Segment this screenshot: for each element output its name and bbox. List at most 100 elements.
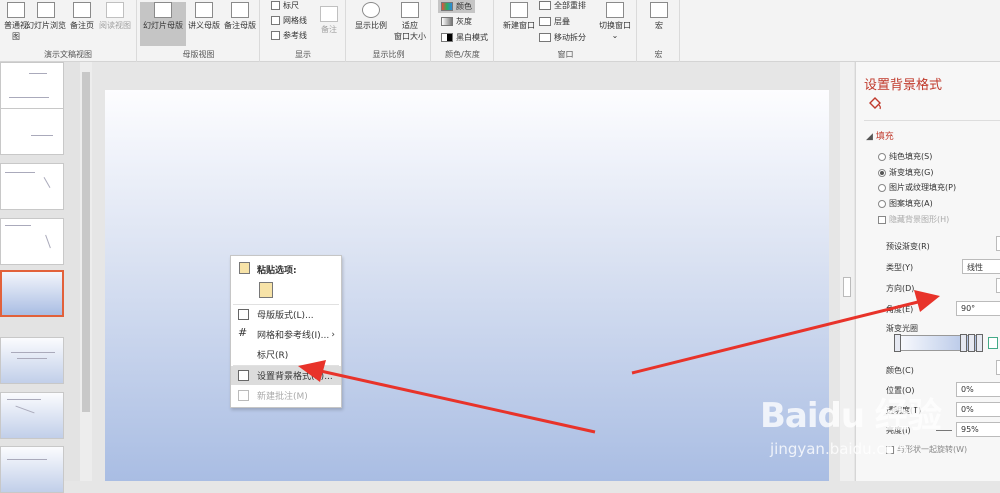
paste-options-icon xyxy=(239,262,250,274)
window-group: 新建窗口 全部重排 层叠 移动拆分 切换窗口 ⌄ 窗口 xyxy=(495,0,637,62)
transparency-input[interactable]: 0% xyxy=(956,402,1000,417)
ribbon: 普通视图 幻灯片浏览 备注页 阅读视图 演示文稿视图 幻灯片母版 讲义母版 备注… xyxy=(0,0,1000,62)
handout-master-button[interactable]: 讲义母版 xyxy=(186,2,222,31)
type-dropdown[interactable]: 线性 xyxy=(962,259,1000,274)
slide-thumbnail[interactable] xyxy=(0,218,64,265)
handout-master-icon xyxy=(195,2,213,18)
notes-page-button[interactable]: 备注页 xyxy=(68,2,96,31)
reading-view-button[interactable]: 阅读视图 xyxy=(96,2,134,31)
slide-master-button[interactable]: 幻灯片母版 xyxy=(140,2,186,46)
pattern-fill-radio[interactable]: 图案填充(A) xyxy=(878,198,933,209)
black-white-button[interactable]: 黑白模式 xyxy=(441,32,488,43)
ruler-menu-item[interactable]: 标尺(R) xyxy=(231,345,341,364)
magnifier-icon xyxy=(362,2,380,18)
zoom-group: 显示比例 适应 窗口大小 显示比例 xyxy=(347,0,431,62)
preset-gradient-label: 预设渐变(R) xyxy=(886,242,930,251)
move-split-button[interactable]: 移动拆分 xyxy=(539,32,586,43)
grayscale-button[interactable]: 灰度 xyxy=(441,16,472,27)
layout-icon xyxy=(238,309,249,320)
add-stop-icon[interactable] xyxy=(988,337,998,349)
gradient-fill-radio[interactable]: 渐变填充(G) xyxy=(878,167,933,178)
show-label: 显示 xyxy=(295,50,311,59)
fit-window-icon xyxy=(401,2,419,18)
picture-texture-fill-radio[interactable]: 图片或纹理填充(P) xyxy=(878,182,956,193)
presentation-views-label: 演示文稿视图 xyxy=(44,50,92,59)
color-grayscale-group: 颜色 灰度 黑白模式 颜色/灰度 xyxy=(432,0,494,62)
slide-thumbnail[interactable] xyxy=(0,337,64,384)
window-label: 窗口 xyxy=(557,50,574,59)
brightness-input[interactable]: 95% xyxy=(956,422,1000,437)
reading-view-icon xyxy=(106,2,124,18)
thumbnail-scrollbar[interactable] xyxy=(80,62,92,481)
cascade-icon xyxy=(539,17,551,26)
zoom-button[interactable]: 显示比例 xyxy=(351,2,391,31)
context-menu: 粘贴选项: 母版版式(L)... # 网格和参考线(I)... › 标尺(R) 设置… xyxy=(230,255,342,408)
fill-section-header[interactable]: ◢ 填充 xyxy=(866,129,894,142)
slide-thumbnail[interactable] xyxy=(0,62,64,109)
preset-gradient-dropdown[interactable] xyxy=(996,236,1000,251)
watermark-url: jingyan.baidu.com xyxy=(770,440,909,458)
position-input[interactable]: 0% xyxy=(956,382,1000,397)
guides-checkbox[interactable]: 参考线 xyxy=(271,30,307,41)
pane-divider xyxy=(864,120,1000,121)
gradient-stops-label: 渐变光圈 xyxy=(886,324,918,333)
macro-icon xyxy=(650,2,668,18)
switch-window-button[interactable]: 切换窗口 ⌄ xyxy=(595,2,635,40)
master-views-group: 幻灯片母版 讲义母版 备注母版 母版视图 xyxy=(138,0,260,62)
grid-icon: # xyxy=(238,326,249,339)
notes-master-button[interactable]: 备注母版 xyxy=(222,2,258,31)
color-grayscale-label: 颜色/灰度 xyxy=(445,50,480,59)
ruler-checkbox[interactable]: 标尺 xyxy=(271,0,299,11)
grid-guides-menu-item[interactable]: # 网格和参考线(I)... › xyxy=(231,325,341,344)
show-group: 标尺 网格线 参考线 备注 显示 xyxy=(261,0,346,62)
cascade-button[interactable]: 层叠 xyxy=(539,16,570,27)
paste-keep-icon[interactable] xyxy=(259,282,273,298)
new-window-button[interactable]: 新建窗口 xyxy=(499,2,539,31)
arrange-all-button[interactable]: 全部重排 xyxy=(539,0,586,11)
gridlines-checkbox[interactable]: 网格线 xyxy=(271,15,307,26)
gradient-stop-handle[interactable] xyxy=(968,334,975,352)
black-white-icon xyxy=(441,33,453,42)
angle-label: 角度(E) xyxy=(886,305,914,314)
chevron-down-icon: ⌄ xyxy=(611,31,619,40)
slide-thumbnail[interactable] xyxy=(0,163,64,210)
slide-canvas[interactable] xyxy=(105,90,829,481)
color-mode-button[interactable]: 颜色 xyxy=(438,0,475,13)
master-layout-menu-item[interactable]: 母版版式(L)... xyxy=(231,305,341,324)
macro-group: 宏 宏 xyxy=(638,0,680,62)
direction-dropdown[interactable] xyxy=(996,278,1000,293)
move-split-icon xyxy=(539,33,551,42)
paint-bucket-icon[interactable] xyxy=(868,96,882,110)
solid-fill-radio[interactable]: 纯色填充(S) xyxy=(878,151,932,162)
slide-sorter-button[interactable]: 幻灯片浏览 xyxy=(24,2,68,31)
triangle-down-icon: ◢ xyxy=(866,132,876,142)
comment-icon xyxy=(238,390,249,401)
slide-thumbnail[interactable] xyxy=(0,446,64,493)
new-comment-menu-item[interactable]: 新建批注(M) xyxy=(231,386,341,405)
color-picker-button[interactable] xyxy=(996,360,1000,375)
notes-page-icon xyxy=(73,2,91,18)
slide-master-icon xyxy=(154,2,172,18)
paste-options-header: 粘贴选项: xyxy=(257,266,297,276)
pane-title: 设置背景格式 xyxy=(864,78,943,93)
slide-thumbnail-selected[interactable] xyxy=(0,270,64,317)
slide-thumbnail-pane xyxy=(0,62,80,493)
format-background-menu-item[interactable]: 设置背景格式(B)... xyxy=(231,366,341,385)
slide-thumbnail[interactable] xyxy=(0,108,64,155)
color-swatch-icon xyxy=(441,2,453,11)
gradient-stop-handle[interactable] xyxy=(960,334,967,352)
arrange-all-icon xyxy=(539,1,551,10)
angle-input[interactable]: 90° xyxy=(956,301,1000,316)
type-label: 类型(Y) xyxy=(886,263,914,272)
direction-label: 方向(D) xyxy=(886,284,915,293)
fit-window-button[interactable]: 适应 窗口大小 xyxy=(391,2,429,42)
hide-background-checkbox[interactable]: 隐藏背景图形(H) xyxy=(878,214,949,225)
baidu-watermark: Baidu 经验 xyxy=(760,396,942,436)
gradient-stop-handle[interactable] xyxy=(894,334,901,352)
macro-button[interactable]: 宏 xyxy=(644,2,674,31)
slide-thumbnail[interactable] xyxy=(0,392,64,439)
switch-window-icon xyxy=(606,2,624,18)
notes-button[interactable]: 备注 xyxy=(317,6,341,35)
gradient-stop-handle[interactable] xyxy=(976,334,983,352)
normal-view-icon xyxy=(7,2,25,18)
